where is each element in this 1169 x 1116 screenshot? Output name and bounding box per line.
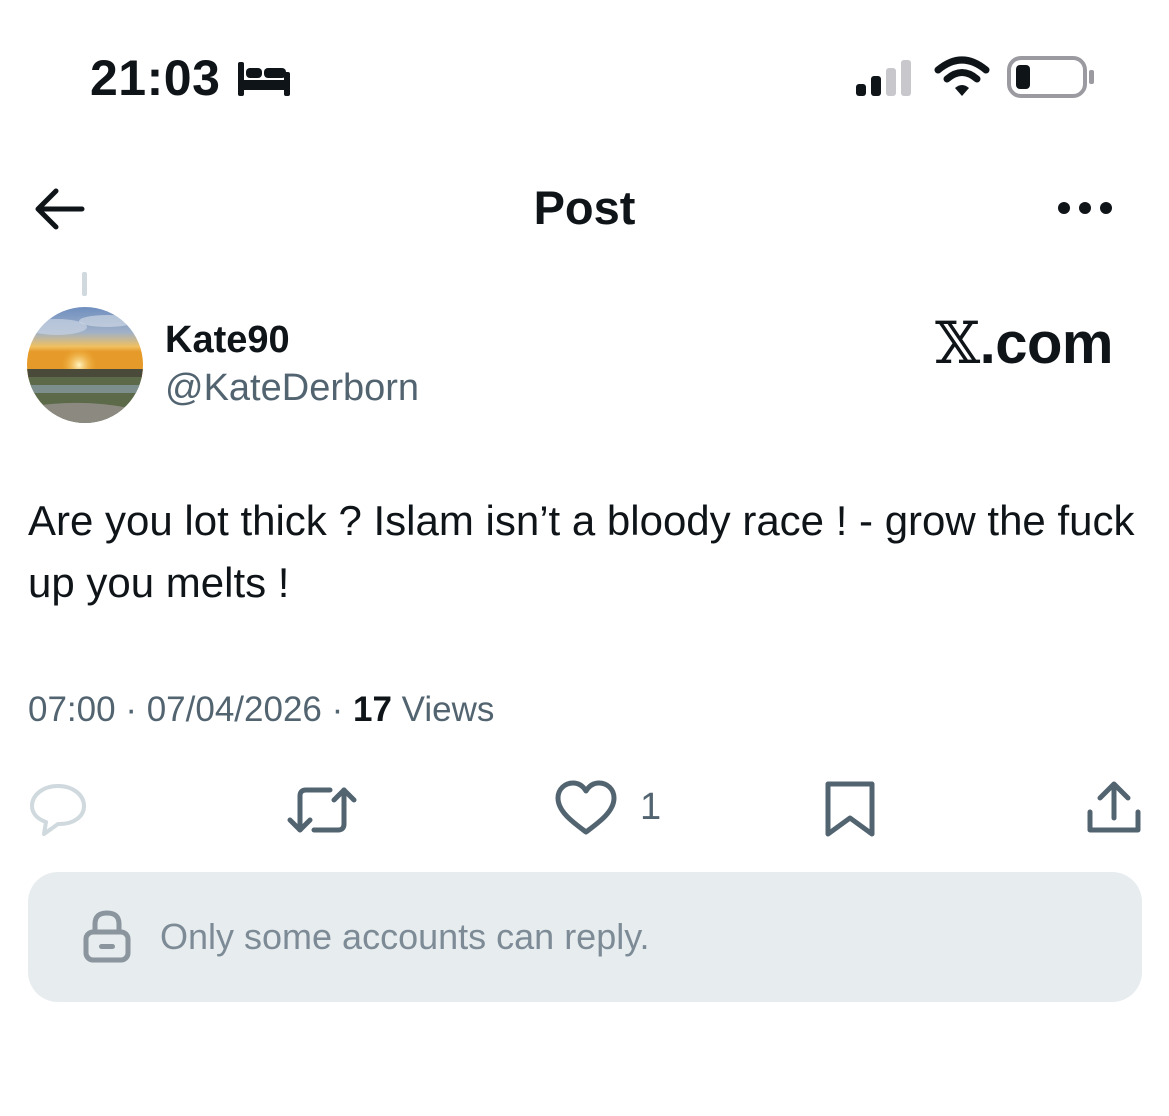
reply-restriction-text: Only some accounts can reply.: [160, 916, 650, 957]
battery-icon: [1006, 55, 1096, 104]
back-arrow-icon: [35, 188, 85, 230]
watermark-domain: .com: [979, 311, 1114, 376]
wifi-icon: [934, 56, 990, 103]
signal-icon: [856, 58, 916, 103]
page-title: Post: [533, 181, 636, 234]
retweet-button[interactable]: [286, 782, 358, 843]
bookmark-button[interactable]: [822, 780, 878, 843]
status-time: 21:03: [90, 50, 221, 106]
post-meta: 07:00 · 07/04/2026 · 17 Views: [28, 688, 494, 732]
views-label: Views: [391, 690, 495, 729]
share-button[interactable]: [1084, 780, 1144, 841]
like-icon: [555, 780, 617, 835]
bed-icon: [236, 58, 292, 103]
views-count: 17: [352, 690, 392, 729]
reply-icon: [30, 784, 86, 836]
post-time[interactable]: 07:00: [28, 690, 116, 729]
back-button[interactable]: [30, 183, 90, 235]
more-icon: [1058, 202, 1112, 214]
lock-icon: [82, 908, 132, 969]
xcom-watermark: 𝕏.com: [935, 310, 1113, 377]
post-date[interactable]: 07/04/2026: [147, 690, 322, 729]
more-button[interactable]: [1052, 190, 1116, 226]
avatar[interactable]: [27, 307, 143, 423]
retweet-icon: [287, 787, 357, 833]
display-name[interactable]: Kate90: [165, 318, 290, 362]
like-button[interactable]: [554, 780, 618, 843]
like-count: 1: [640, 786, 662, 828]
handle[interactable]: @KateDerborn: [165, 366, 419, 410]
bookmark-icon: [825, 781, 875, 837]
meta-separator-2: ·: [321, 690, 353, 729]
reply-button[interactable]: [28, 782, 88, 843]
thread-line: [82, 272, 87, 296]
watermark-x: 𝕏: [935, 309, 980, 377]
post-text: Are you lot thick ? Islam isn’t a bloody…: [28, 497, 1135, 606]
share-icon: [1087, 781, 1141, 833]
meta-separator: ·: [115, 690, 147, 729]
